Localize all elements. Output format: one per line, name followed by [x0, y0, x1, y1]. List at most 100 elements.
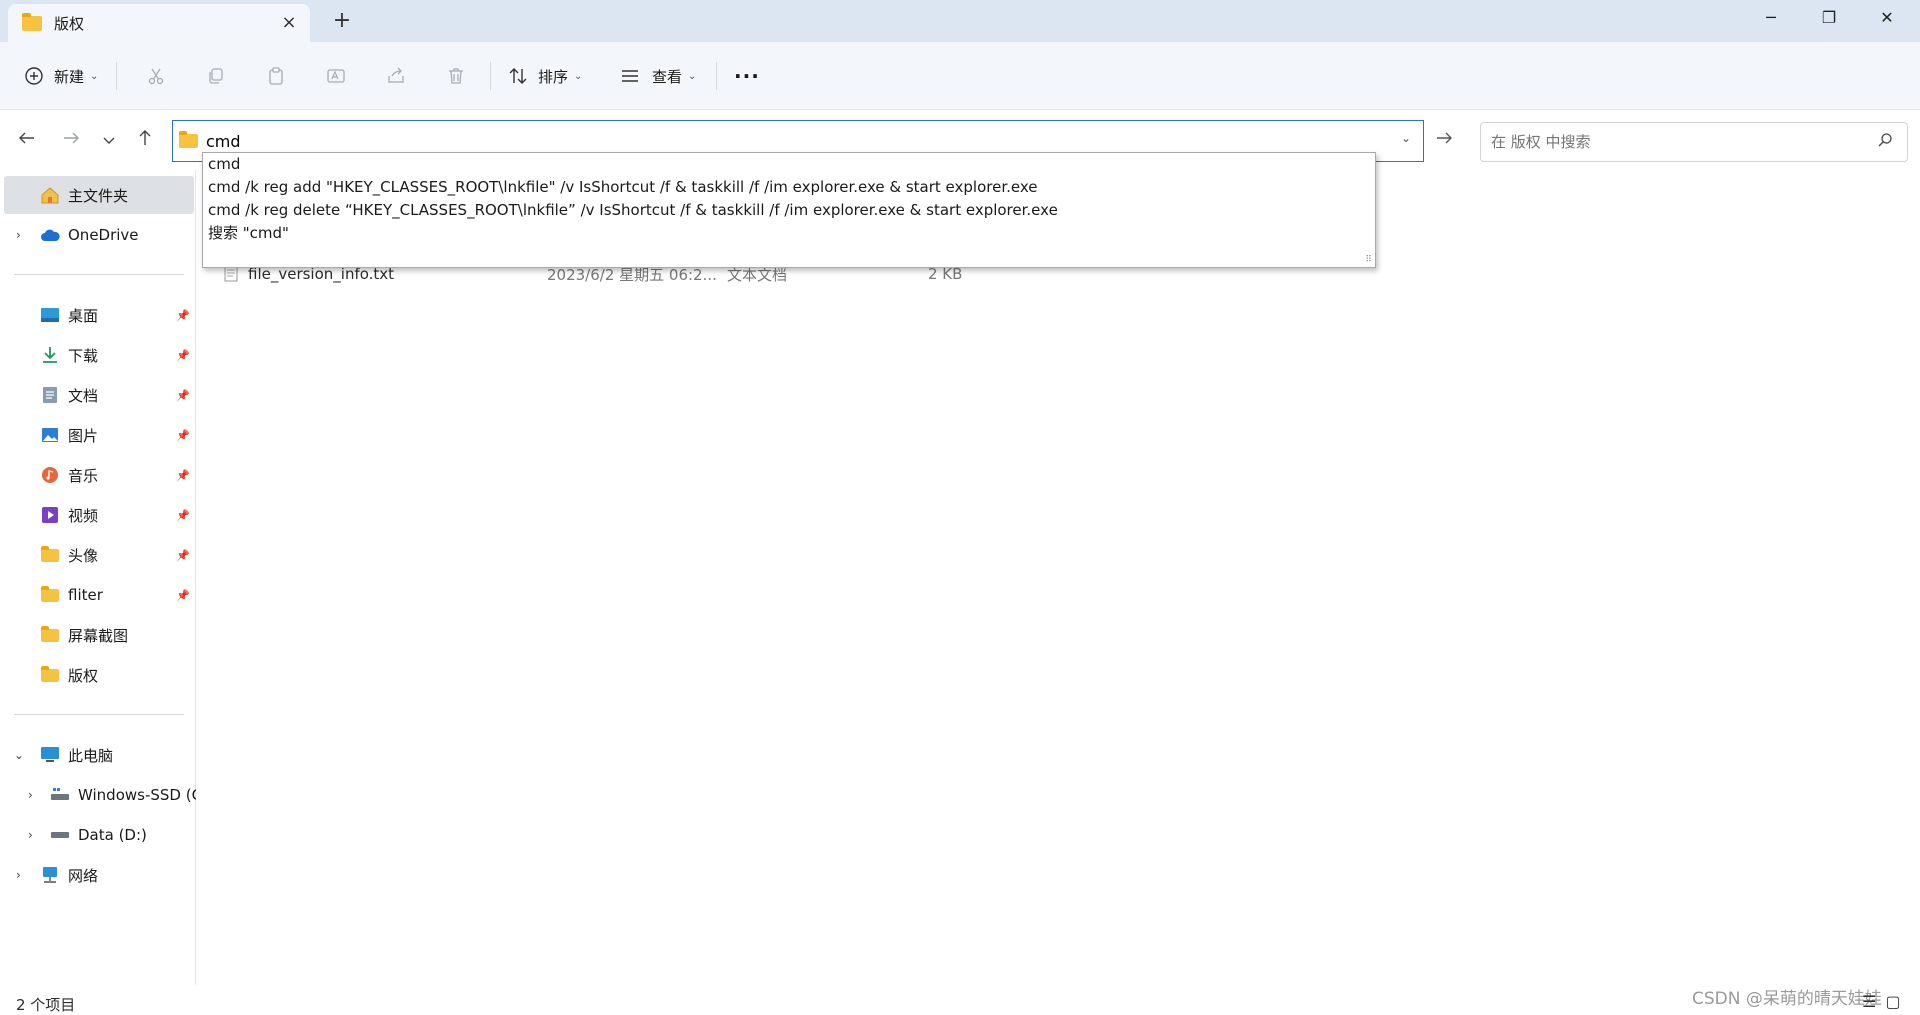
- close-tab-icon[interactable]: ×: [278, 12, 300, 34]
- title-bar: 版权 × + ─ ❐ ✕: [0, 0, 1920, 42]
- forward-button[interactable]: [56, 126, 86, 156]
- chevron-right-icon[interactable]: ›: [16, 228, 21, 242]
- sidebar-item-label: 主文件夹: [68, 186, 129, 205]
- video-icon: [40, 506, 60, 524]
- sidebar-item-desktop[interactable]: 桌面 📌: [0, 296, 196, 334]
- computer-icon: [40, 746, 60, 764]
- more-options-button[interactable]: ···: [734, 58, 760, 94]
- network-icon: [40, 866, 60, 884]
- chevron-right-icon[interactable]: ›: [28, 828, 33, 842]
- sidebar-item-videos[interactable]: 视频 📌: [0, 496, 196, 534]
- suggestion-item[interactable]: cmd /k reg add "HKEY_CLASSES_ROOT\lnkfil…: [203, 176, 1375, 199]
- suggestion-item[interactable]: cmd: [203, 153, 1375, 176]
- sidebar-item-label: fliter: [68, 586, 103, 604]
- sort-button[interactable]: 排序 ⌄: [508, 58, 582, 94]
- tab-current[interactable]: 版权 ×: [8, 4, 310, 42]
- tab-title: 版权: [54, 14, 85, 33]
- sidebar-item-label: 网络: [68, 866, 99, 885]
- sidebar-item-fliter[interactable]: fliter 📌: [0, 576, 196, 614]
- pin-icon[interactable]: 📌: [176, 349, 190, 362]
- chevron-down-icon[interactable]: ⌄: [14, 748, 24, 762]
- sidebar-item-home[interactable]: 主文件夹: [4, 176, 194, 214]
- sidebar-item-documents[interactable]: 文档 📌: [0, 376, 196, 414]
- recent-locations-button[interactable]: [94, 126, 124, 156]
- chevron-right-icon[interactable]: ›: [16, 868, 21, 882]
- cut-icon[interactable]: [138, 58, 174, 94]
- arrow-up-icon: [139, 130, 151, 145]
- sidebar-item-screenshots[interactable]: 屏幕截图: [0, 616, 196, 654]
- go-button[interactable]: [1428, 126, 1460, 156]
- chevron-down-icon: ⌄: [90, 70, 99, 82]
- home-icon: [40, 186, 60, 204]
- search-box[interactable]: [1480, 122, 1908, 162]
- sort-label: 排序: [538, 67, 569, 86]
- view-button[interactable]: 查看 ⌄: [620, 58, 696, 94]
- music-icon: [40, 466, 60, 484]
- sidebar-item-label: 视频: [68, 506, 99, 525]
- sidebar-item-copyright[interactable]: 版权: [0, 656, 196, 694]
- sidebar-item-downloads[interactable]: 下载 📌: [0, 336, 196, 374]
- drive-icon: [50, 826, 70, 844]
- sidebar-item-music[interactable]: 音乐 📌: [0, 456, 196, 494]
- folder-icon: [179, 131, 198, 148]
- back-button[interactable]: [12, 126, 42, 156]
- address-input[interactable]: [206, 131, 1356, 151]
- view-toggle: ☰ ▢: [1862, 992, 1901, 1011]
- download-icon: [40, 346, 60, 364]
- pin-icon[interactable]: 📌: [176, 469, 190, 482]
- pin-icon[interactable]: 📌: [176, 389, 190, 402]
- desktop-icon: [40, 306, 60, 324]
- sidebar-item-label: OneDrive: [68, 226, 139, 244]
- sidebar-item-label: 头像: [68, 546, 99, 565]
- sidebar-item-drive-c[interactable]: › Windows-SSD (C: [0, 776, 196, 814]
- share-icon[interactable]: [378, 58, 414, 94]
- new-tab-button[interactable]: +: [330, 10, 354, 34]
- pin-icon[interactable]: 📌: [176, 589, 190, 602]
- sidebar-item-pictures[interactable]: 图片 📌: [0, 416, 196, 454]
- new-label: 新建: [54, 67, 85, 86]
- sidebar-item-drive-d[interactable]: › Data (D:): [0, 816, 196, 854]
- sidebar-item-label: Windows-SSD (C: [78, 786, 196, 804]
- status-item-count: 2 个项目: [16, 996, 76, 1014]
- folder-icon: [40, 625, 60, 644]
- restore-button[interactable]: ❐: [1800, 0, 1858, 36]
- new-button[interactable]: 新建 ⌄: [24, 58, 98, 94]
- view-label: 查看: [652, 67, 683, 86]
- paste-icon[interactable]: [258, 58, 294, 94]
- arrow-right-icon: [64, 132, 79, 144]
- chevron-right-icon[interactable]: ›: [28, 788, 33, 802]
- tiles-view-icon[interactable]: ▢: [1885, 992, 1900, 1011]
- suggestion-item[interactable]: 搜索 "cmd": [203, 222, 1375, 245]
- search-icon[interactable]: [1877, 132, 1893, 152]
- command-bar: 新建 ⌄ 排序 ⌄ 查看 ⌄ ···: [0, 42, 1920, 110]
- divider: [14, 714, 184, 715]
- pin-icon[interactable]: 📌: [176, 549, 190, 562]
- suggestion-item[interactable]: cmd /k reg delete “HKEY_CLASSES_ROOT\lnk…: [203, 199, 1375, 222]
- sidebar-item-onedrive[interactable]: › OneDrive: [0, 216, 196, 254]
- pin-icon[interactable]: 📌: [176, 429, 190, 442]
- up-button[interactable]: [130, 126, 160, 156]
- delete-icon[interactable]: [438, 58, 474, 94]
- navigation-pane: 主文件夹 › OneDrive 桌面 📌 下载 📌 文档 📌 图片 📌 音乐 📌…: [0, 170, 196, 985]
- sidebar-item-label: 版权: [68, 666, 99, 685]
- resize-grip-icon[interactable]: ⠿: [1365, 255, 1372, 265]
- chevron-down-icon: ⌄: [688, 70, 697, 82]
- folder-icon: [40, 545, 60, 564]
- watermark: CSDN @呆萌的晴天娃娃: [1692, 989, 1882, 1009]
- document-icon: [40, 386, 60, 404]
- search-input[interactable]: [1491, 133, 1861, 151]
- sidebar-item-avatar-folder[interactable]: 头像 📌: [0, 536, 196, 574]
- details-view-icon[interactable]: ☰: [1862, 992, 1876, 1011]
- sidebar-item-this-pc[interactable]: ⌄ 此电脑: [0, 736, 196, 774]
- pin-icon[interactable]: 📌: [176, 509, 190, 522]
- pin-icon[interactable]: 📌: [176, 309, 190, 322]
- close-window-button[interactable]: ✕: [1858, 0, 1916, 36]
- copy-icon[interactable]: [198, 58, 234, 94]
- chevron-down-icon[interactable]: ⌄: [1401, 131, 1411, 145]
- sort-icon: [509, 68, 527, 84]
- minimize-button[interactable]: ─: [1742, 0, 1800, 36]
- sidebar-item-label: 屏幕截图: [68, 626, 129, 645]
- rename-icon[interactable]: [318, 58, 354, 94]
- sidebar-item-network[interactable]: › 网络: [0, 856, 196, 894]
- folder-icon: [40, 665, 60, 684]
